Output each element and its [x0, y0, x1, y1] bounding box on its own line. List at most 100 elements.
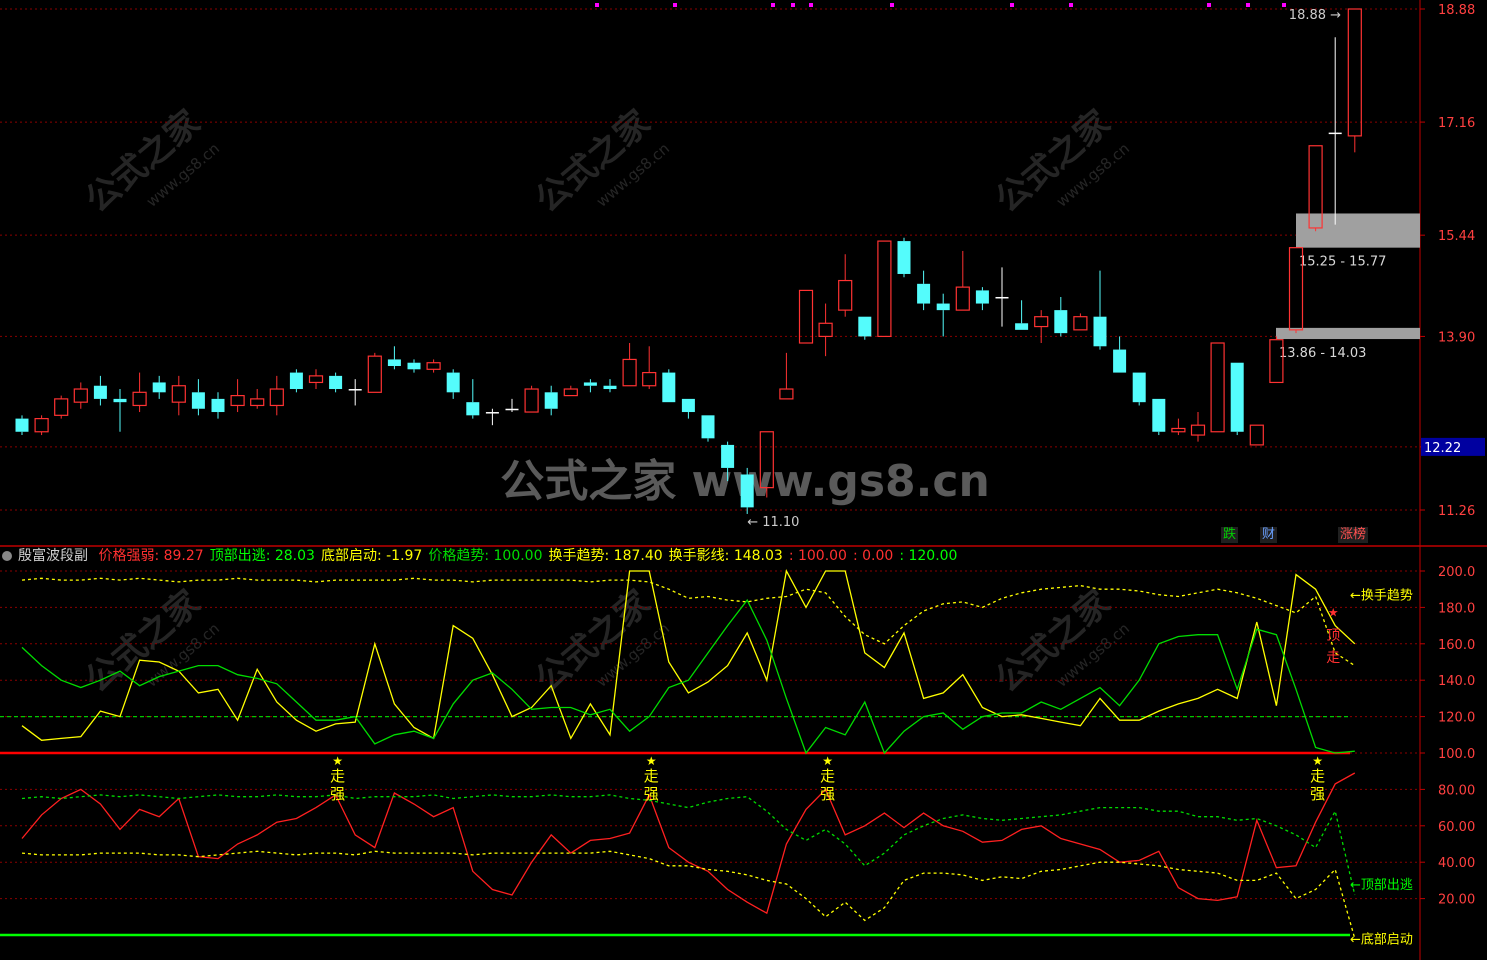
candle — [681, 398, 695, 419]
candle — [936, 293, 950, 337]
candle — [642, 346, 657, 390]
signal-text: 强 — [330, 785, 345, 803]
candle-body — [642, 371, 657, 387]
candle — [524, 385, 539, 413]
candle-body — [1190, 424, 1206, 436]
candle-body — [563, 388, 578, 397]
candle-body — [329, 375, 343, 390]
candle — [779, 352, 794, 400]
indicator-tick-label: 200.0 — [1438, 565, 1475, 580]
signal-dot — [771, 3, 775, 7]
candle — [171, 375, 186, 416]
candle-body — [1171, 427, 1186, 433]
stock-chart[interactable]: 公式之家www.gs8.cn 公式之家www.gs8.cn 公式之家www.gs8.… — [0, 0, 1487, 960]
indicator-tick-label: 160.0 — [1438, 638, 1475, 653]
indicator-tick-label: 140.0 — [1438, 674, 1475, 689]
price-tick-label: 18.88 — [1438, 3, 1475, 18]
low-price-label: ← 11.10 — [747, 515, 799, 530]
candle-body — [387, 359, 401, 367]
candle — [622, 343, 637, 387]
signal-star: ★ — [822, 754, 833, 768]
candle — [917, 270, 931, 311]
indicator-toggle-icon[interactable] — [2, 551, 12, 561]
candle-body — [34, 418, 49, 433]
candle-body — [798, 289, 814, 344]
indicator-param: 价格强弱: 89.27 — [98, 548, 204, 564]
signal-star: ★ — [646, 754, 657, 768]
candle — [407, 359, 421, 373]
indicator-param: : 0.00 — [852, 548, 894, 564]
candle-body — [1210, 342, 1225, 433]
candle — [563, 385, 578, 397]
signal-star: ★ — [1312, 754, 1323, 768]
candle — [367, 352, 382, 393]
series-顶部出逃 — [21, 794, 1356, 896]
candle — [1015, 300, 1029, 330]
candle — [152, 375, 166, 399]
indicator-param: 换手趋势: 187.40 — [548, 548, 663, 564]
button-zhangbang[interactable]: 涨榜 — [1338, 527, 1369, 543]
candle-body — [211, 398, 225, 413]
candle — [1132, 372, 1146, 406]
candle — [505, 398, 519, 413]
button-cai[interactable]: 财 — [1260, 527, 1278, 543]
watermark-tile-0: 公式之家www.gs8.cn — [78, 103, 223, 221]
candle — [544, 385, 558, 416]
candle — [113, 389, 127, 432]
series-价格强弱 — [21, 772, 1356, 915]
indicator-name[interactable]: 殷富波段副 — [18, 548, 88, 564]
watermark-tile-3: 公式之家www.gs8.cn — [78, 583, 223, 701]
candle-body — [73, 388, 88, 403]
candle — [798, 289, 814, 344]
indicator-params: 价格强弱: 89.27 顶部出逃: 28.03 底部启动: -1.97 价格趋势: 1… — [98, 548, 963, 564]
candle-body — [1347, 8, 1362, 137]
candle — [250, 389, 265, 409]
button-die[interactable]: 跌 — [1221, 527, 1239, 543]
signal-text: 走 — [820, 767, 835, 785]
candle-body — [191, 392, 205, 409]
watermark-tile-4: 公式之家www.gs8.cn — [528, 583, 673, 701]
candle — [1073, 313, 1088, 331]
candle — [740, 467, 754, 514]
indicator-header: 殷富波段副 价格强弱: 89.27 顶部出逃: 28.03 底部启动: -1.97 价… — [0, 546, 969, 566]
candle — [1190, 412, 1206, 442]
candle-body — [701, 415, 715, 439]
series-换手趋势 — [21, 577, 1356, 667]
candle-body — [818, 322, 833, 338]
candle — [1328, 37, 1342, 225]
candle — [955, 250, 970, 311]
candle-body — [897, 241, 911, 274]
candle — [838, 254, 853, 317]
candle — [230, 379, 245, 413]
indicator-param: 顶部出逃: 28.03 — [209, 548, 315, 564]
candle — [289, 369, 303, 393]
candle — [211, 392, 225, 419]
price-zone-label: 15.25 - 15.77 — [1299, 255, 1386, 270]
candle-body — [524, 388, 539, 413]
candle — [583, 379, 597, 393]
signal-text: 走 — [644, 767, 659, 785]
watermark-tile-1: 公式之家www.gs8.cn — [528, 103, 673, 221]
indicator-tick-label: 40.00 — [1438, 856, 1475, 871]
candle-body — [250, 398, 265, 407]
candle — [34, 415, 49, 436]
series-价格趋势 — [21, 598, 1355, 755]
signal-dot — [1010, 3, 1014, 7]
candle — [1230, 362, 1244, 436]
candle — [73, 382, 88, 409]
series-换手影线 — [21, 569, 1356, 741]
candle-body — [681, 398, 695, 413]
candle-body — [583, 382, 597, 386]
candle — [329, 372, 343, 393]
candle — [387, 346, 401, 370]
signal-text: 走 — [330, 767, 345, 785]
signal-dot — [1246, 3, 1250, 7]
candle — [662, 369, 676, 403]
label-top-escape: ←顶部出逃 — [1350, 878, 1413, 893]
last-price-label: 12.22 — [1424, 441, 1461, 456]
candle — [485, 408, 499, 426]
candle-body — [132, 391, 147, 407]
candle-body — [544, 392, 558, 409]
candle-body — [721, 444, 735, 468]
candle — [191, 379, 205, 416]
